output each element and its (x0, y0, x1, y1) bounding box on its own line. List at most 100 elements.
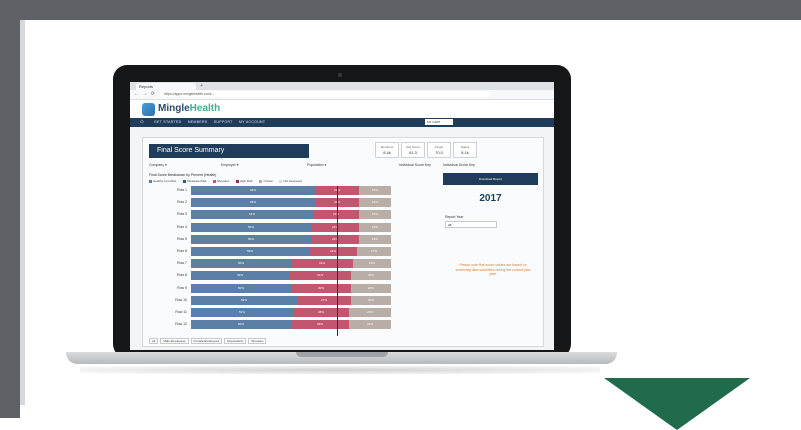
legend-item: Moderate Risk (183, 179, 206, 183)
browser-tab-bar: Reports + (130, 82, 554, 90)
y-axis-label: Row 6 (177, 249, 187, 253)
filter-score-key[interactable]: Individual Score Key (399, 163, 431, 167)
filter-employer[interactable]: Employer ▾ (221, 163, 239, 167)
browser-nav-icons[interactable]: ← → ⟳ (134, 91, 156, 97)
account-select[interactable]: MY CART (425, 119, 453, 125)
bar-row: 61% 23% 16% (191, 210, 391, 220)
home-icon[interactable]: ⌂ (140, 119, 144, 125)
bar-segment[interactable]: 50% (191, 320, 291, 330)
new-tab-icon[interactable]: + (200, 83, 203, 89)
filter-company[interactable]: Company ▾ (149, 163, 167, 167)
bar-segment[interactable]: 16% (359, 186, 391, 195)
bar-segment[interactable]: 20% (351, 271, 391, 281)
bar-segment[interactable]: 51% (191, 308, 293, 317)
reference-line (337, 186, 338, 336)
nav-members[interactable]: MEMBERS (188, 120, 208, 124)
bar-row: 50% 30% 20% (191, 283, 391, 293)
year-dropdown[interactable]: All (445, 221, 497, 228)
brand-logo[interactable]: MingleHealth (158, 103, 220, 114)
y-axis-label: Row 1 (177, 188, 187, 192)
bar-segment[interactable]: 19% (353, 259, 391, 269)
y-axis-label: Row 8 (177, 273, 187, 278)
bar-row: 50% 29% 21% (191, 320, 391, 330)
laptop-shadow (80, 366, 600, 374)
bar-segment[interactable]: 62% (191, 186, 315, 195)
brand-header: MingleHealth (130, 100, 554, 118)
kpi-card[interactable]: Avg Score 61.3 (401, 142, 425, 158)
y-axis-label: Row 11 (175, 310, 187, 314)
bar-segment[interactable]: 60% (191, 234, 311, 244)
chart-tab[interactable]: Dependents (224, 338, 247, 344)
chart-tab[interactable]: Female Employees (190, 338, 223, 344)
bar-segment[interactable]: 29% (291, 320, 349, 330)
bar-segment[interactable]: 50% (191, 259, 291, 269)
bar-segment[interactable]: 24% (311, 222, 359, 232)
bar-segment[interactable]: 31% (291, 259, 353, 269)
laptop-screen: Reports + ← → ⟳ https://apps.minglehealt… (130, 82, 554, 350)
stacked-bar-chart: Row 162%22%16%Row 262%22%16%Row 361%23%1… (149, 186, 439, 336)
bar-segment[interactable]: 31% (289, 271, 351, 281)
chart-tab[interactable]: Spouses (248, 338, 267, 344)
bar-row: 50% 31% 19% (191, 259, 391, 269)
y-axis-label: Row 2 (177, 200, 187, 205)
download-report-button[interactable]: Download Report (443, 173, 538, 185)
address-bar: ← → ⟳ https://apps.minglehealth.com/... (130, 90, 554, 100)
warning-note: Please note that score values are based … (455, 263, 531, 276)
bar-segment[interactable]: 53% (191, 295, 297, 305)
nav-get-started[interactable]: GET STARTED (154, 120, 181, 124)
bar-segment[interactable]: 23% (313, 210, 359, 220)
chart-tab[interactable]: All (149, 338, 159, 344)
bar-segment[interactable]: 21% (349, 320, 391, 330)
bar-row: 62%22%16% (191, 186, 391, 195)
bar-segment[interactable]: 16% (359, 198, 391, 208)
laptop-lid: Reports + ← → ⟳ https://apps.minglehealt… (113, 65, 571, 358)
bar-segment[interactable]: 16% (359, 234, 391, 244)
bar-segment[interactable]: 27% (297, 295, 351, 305)
nav-my-account[interactable]: MY ACCOUNT (239, 120, 265, 124)
y-axis-label: Row 7 (177, 261, 187, 266)
bar-segment[interactable]: 20% (351, 283, 391, 293)
legend-item: Healthy Low Risk (149, 179, 176, 183)
bar-segment[interactable]: 30% (291, 283, 351, 293)
brand-name: Mingle (158, 103, 190, 114)
logo-icon (142, 103, 155, 116)
browser-tab[interactable]: Reports (136, 83, 196, 90)
bar-segment[interactable]: 59% (191, 247, 309, 256)
filter-population[interactable]: Population ▾ (307, 163, 326, 167)
bar-segment[interactable]: 17% (357, 247, 391, 256)
chart-tab[interactable]: Male Employees (160, 338, 189, 344)
bar-row: 60% 24% 16% (191, 222, 391, 232)
y-axis-label: Row 12 (175, 322, 187, 327)
bar-segment[interactable]: 61% (191, 210, 313, 220)
kpi-card[interactable]: Target 70.0 (427, 142, 451, 158)
bar-segment[interactable]: 28% (293, 308, 349, 317)
bar-segment[interactable]: 24% (309, 247, 357, 256)
y-axis-label: Row 3 (177, 212, 187, 217)
kpi-label: Status (460, 145, 470, 149)
bar-segment[interactable]: 16% (359, 222, 391, 232)
frame-left-border (0, 0, 20, 418)
dashboard-title: Final Score Summary (149, 144, 309, 158)
kpi-value: 8.4k (383, 150, 391, 155)
legend-item: Critical (259, 179, 273, 183)
bar-segment[interactable]: 62% (191, 198, 315, 208)
bar-row: 51% 28% 21% (191, 308, 391, 317)
side-heading: Individual Score Key (443, 163, 475, 167)
bar-segment[interactable]: 20% (351, 295, 391, 305)
y-axis-label: Row 5 (177, 236, 187, 241)
bar-row: 49% 31% 20% (191, 271, 391, 281)
side-panel: Individual Score Key Download Report 201… (443, 163, 538, 338)
bar-segment[interactable]: 50% (191, 283, 291, 293)
nav-support[interactable]: SUPPORT (214, 120, 233, 124)
bar-segment[interactable]: 21% (349, 308, 391, 317)
bar-segment[interactable]: 24% (311, 234, 359, 244)
url-field[interactable]: https://apps.minglehealth.com/... (160, 91, 490, 97)
frame-top-border (0, 0, 801, 20)
bar-segment[interactable]: 60% (191, 222, 311, 232)
kpi-card[interactable]: Members 8.4k (375, 142, 399, 158)
bar-segment[interactable]: 49% (191, 271, 289, 281)
filter-row: Company ▾ Employer ▾ Population ▾ Indivi… (149, 163, 449, 169)
down-arrow-icon (604, 378, 750, 430)
bar-segment[interactable]: 16% (359, 210, 391, 220)
kpi-card[interactable]: Status 8.1k (453, 142, 477, 158)
